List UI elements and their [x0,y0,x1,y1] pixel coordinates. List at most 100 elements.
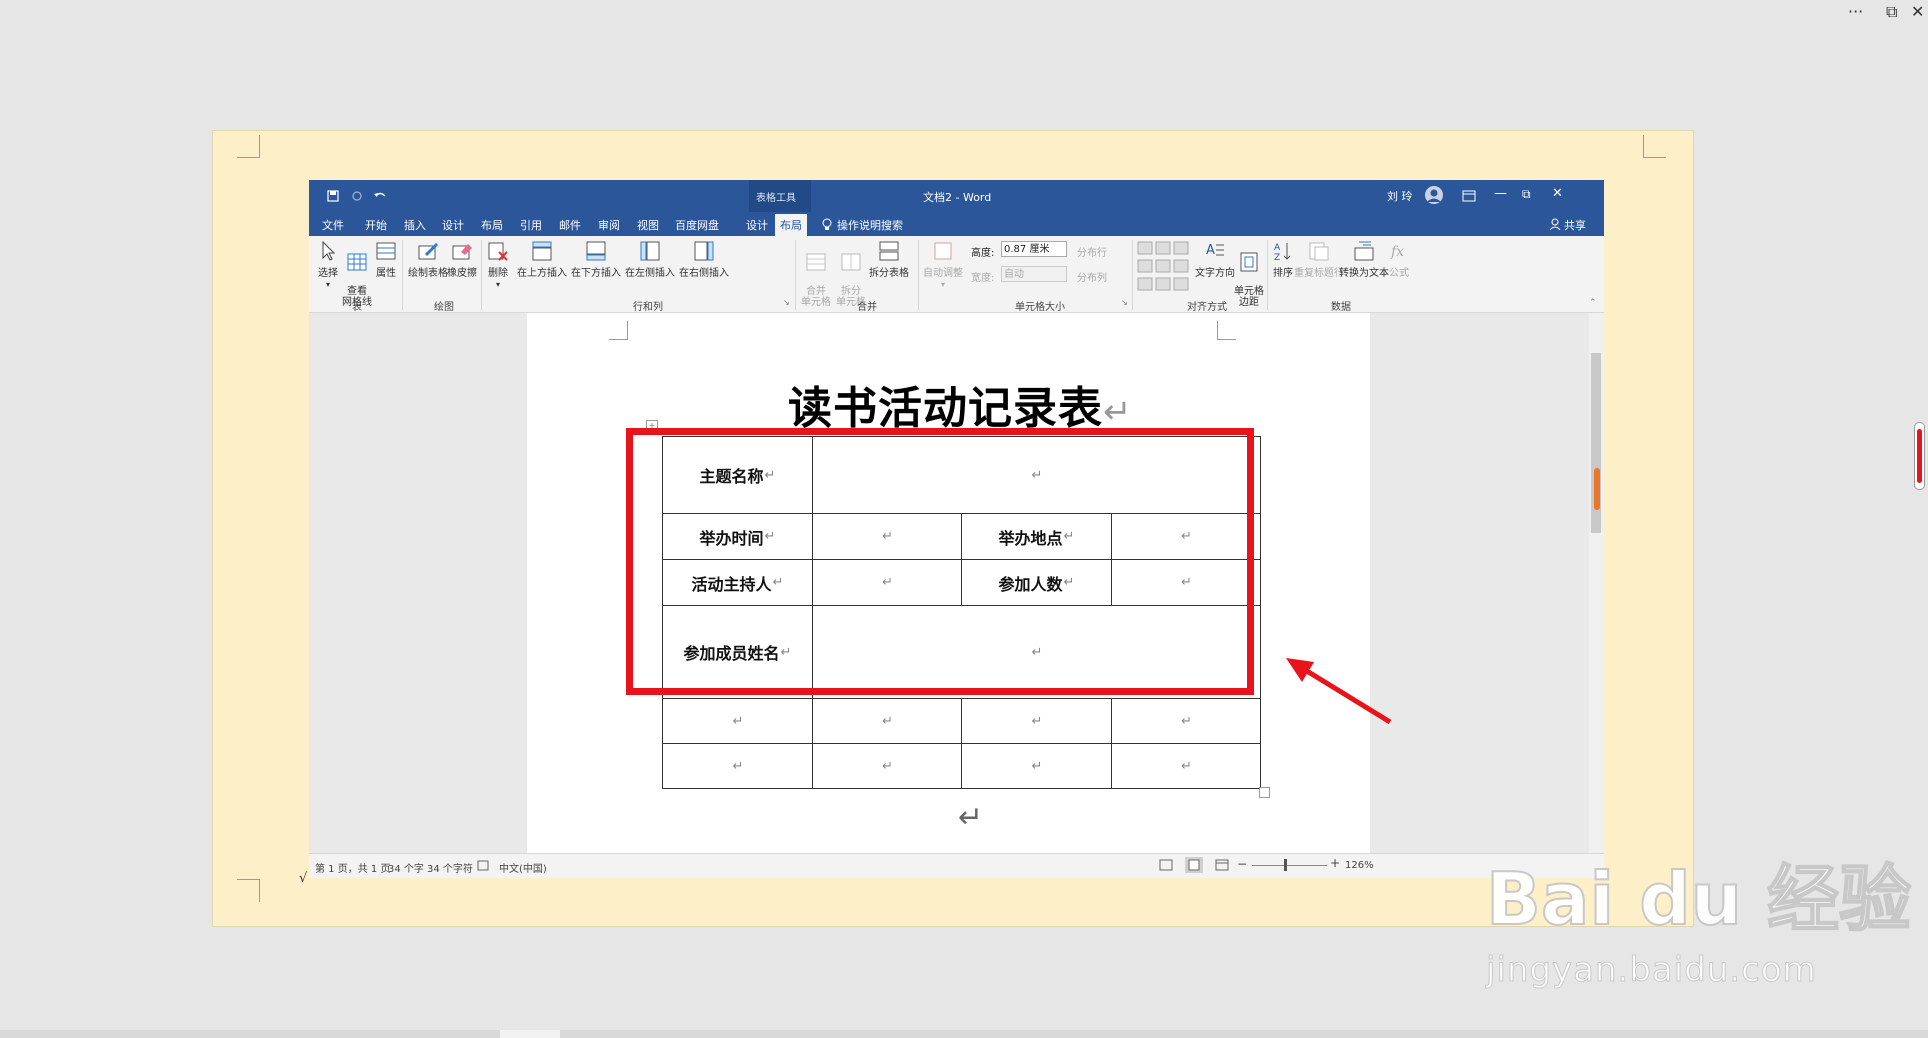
tab-insert[interactable]: 插入 [404,217,426,233]
draw-table-button[interactable]: 绘制表格 [408,240,448,279]
tab-table-design[interactable]: 设计 [746,217,768,233]
paragraph-mark: ↵ [1031,713,1043,729]
width-label: 宽度: [971,273,995,284]
page-scroll-indicator[interactable] [1914,422,1925,490]
dialog-launcher-icon[interactable]: ↘ [783,298,790,307]
formula-button[interactable]: fx 公式 [1388,240,1410,279]
tab-home[interactable]: 开始 [365,217,387,233]
restore-icon[interactable]: ⧉ [1522,187,1531,202]
zoom-in-icon[interactable]: + [1330,856,1340,870]
page-count[interactable]: 第 1 页，共 1 页 [315,860,390,875]
eraser-button[interactable]: 橡皮擦 [447,240,477,279]
tab-file[interactable]: 文件 [322,217,344,233]
restore-window-icon[interactable]: ⧉ [1886,2,1897,22]
sort-button[interactable]: AZ 排序 [1272,240,1294,279]
autofit-label: 自动调整 [923,268,963,279]
crop-mark-bottom-left [237,879,260,902]
print-layout-icon[interactable] [1185,857,1203,873]
share-button[interactable]: 共享 [1564,217,1586,233]
insert-left-button[interactable]: 在左侧插入 [625,240,675,279]
group-label-alignment: 对齐方式 [1187,302,1227,313]
text-direction-button[interactable]: A 文字方向 [1195,240,1235,279]
collapse-ribbon-icon[interactable]: ⌃ [1589,298,1597,308]
tab-references[interactable]: 引用 [520,217,542,233]
dialog-launcher-icon[interactable]: ↘ [1121,298,1128,307]
table-cell-empty[interactable]: ↵ [961,698,1112,744]
table-cell-empty[interactable]: ↵ [812,698,962,744]
minimize-icon[interactable]: — [1494,186,1507,201]
formula-label: 公式 [1389,268,1409,279]
table-cell-empty[interactable]: ↵ [812,743,962,789]
repeat-header-label: 重复标题行 [1294,268,1344,279]
insert-right-label: 在右侧插入 [679,268,729,279]
tab-layout[interactable]: 布局 [481,217,503,233]
tab-table-layout[interactable]: 布局 [775,214,807,236]
autofit-button[interactable]: 自动调整 ▾ [923,240,963,290]
insert-below-button[interactable]: 在下方插入 [571,240,621,279]
zoom-out-icon[interactable]: − [1237,857,1247,871]
separator [1132,240,1133,310]
eraser-icon [452,244,472,260]
table-resize-handle[interactable] [1259,787,1270,798]
undo-icon[interactable] [373,190,387,202]
char-count[interactable]: 34 个字符 [427,860,473,875]
proofing-icon[interactable] [477,860,489,871]
baidu-watermark-logo: Bai du 经验 [1485,856,1912,942]
zoom-slider-thumb[interactable] [1284,859,1287,871]
select-button[interactable]: 选择 ▾ [317,240,339,290]
word-count[interactable]: 34 个字 [388,860,424,875]
lightbulb-icon [822,218,832,230]
tell-me-search[interactable]: 操作说明搜索 [837,217,903,233]
height-input[interactable]: 0.87 厘米 [1001,241,1067,257]
close-icon[interactable]: ✕ [1552,186,1563,201]
tab-baidu-netdisk[interactable]: 百度网盘 [675,217,719,233]
alignment-grid-icon[interactable] [1137,241,1191,293]
width-input[interactable]: 自动 [1001,266,1067,282]
close-window-icon[interactable]: ✕ [1911,2,1924,21]
split-table-button[interactable]: 拆分表格 [869,240,909,279]
ribbon-display-options-icon[interactable] [1462,190,1476,202]
more-options-icon[interactable]: ··· [1848,2,1863,21]
document-heading[interactable]: 读书活动记录表↵ [788,372,1133,436]
distribute-rows-button[interactable]: 分布行 [1077,244,1107,259]
paragraph-mark: ↵ [882,758,893,774]
distribute-cols-button[interactable]: 分布列 [1077,269,1107,284]
check-mark: √ [299,871,308,886]
zoom-level[interactable]: 126% [1345,860,1374,871]
merge-cells-button[interactable]: 合并 单元格 [801,240,831,308]
tab-mailings[interactable]: 邮件 [559,217,581,233]
table-cell-empty[interactable]: ↵ [662,743,813,789]
convert-to-text-icon [1354,241,1374,261]
web-layout-icon[interactable] [1215,859,1229,871]
paragraph-mark: ↵ [882,713,893,729]
insert-right-button[interactable]: 在右侧插入 [679,240,729,279]
cell-margins-icon [1240,252,1258,272]
redo-icon[interactable] [351,190,363,202]
crop-mark [609,321,628,340]
convert-to-text-button[interactable]: 转换为文本 [1339,240,1389,279]
tab-design[interactable]: 设计 [442,217,464,233]
table-cell-empty[interactable]: ↵ [662,698,813,744]
user-avatar-icon[interactable] [1424,185,1444,205]
properties-button[interactable]: 属性 [375,240,397,279]
table-properties-icon [376,242,396,260]
table-cell-empty[interactable]: ↵ [1111,743,1261,789]
sort-label: 排序 [1273,268,1293,279]
table-cell-empty[interactable]: ↵ [1111,698,1261,744]
save-icon[interactable] [327,190,339,202]
language[interactable]: 中文(中国) [499,860,547,875]
delete-button[interactable]: 删除 ▾ [487,240,509,290]
read-mode-icon[interactable] [1159,859,1173,871]
vertical-scrollbar[interactable] [1589,313,1604,853]
table-cell-empty[interactable]: ↵ [961,743,1112,789]
merge-cells-icon [806,253,826,271]
split-table-icon [879,241,899,261]
tab-view[interactable]: 视图 [637,217,659,233]
sort-az-icon: AZ [1274,243,1291,262]
insert-above-button[interactable]: 在上方插入 [517,240,567,279]
tab-review[interactable]: 审阅 [598,217,620,233]
zoom-slider[interactable] [1252,865,1327,866]
repeat-header-button[interactable]: 重复标题行 [1294,240,1344,279]
crop-mark [1217,321,1236,340]
cell-margins-button[interactable]: 单元格 边距 [1234,240,1264,308]
